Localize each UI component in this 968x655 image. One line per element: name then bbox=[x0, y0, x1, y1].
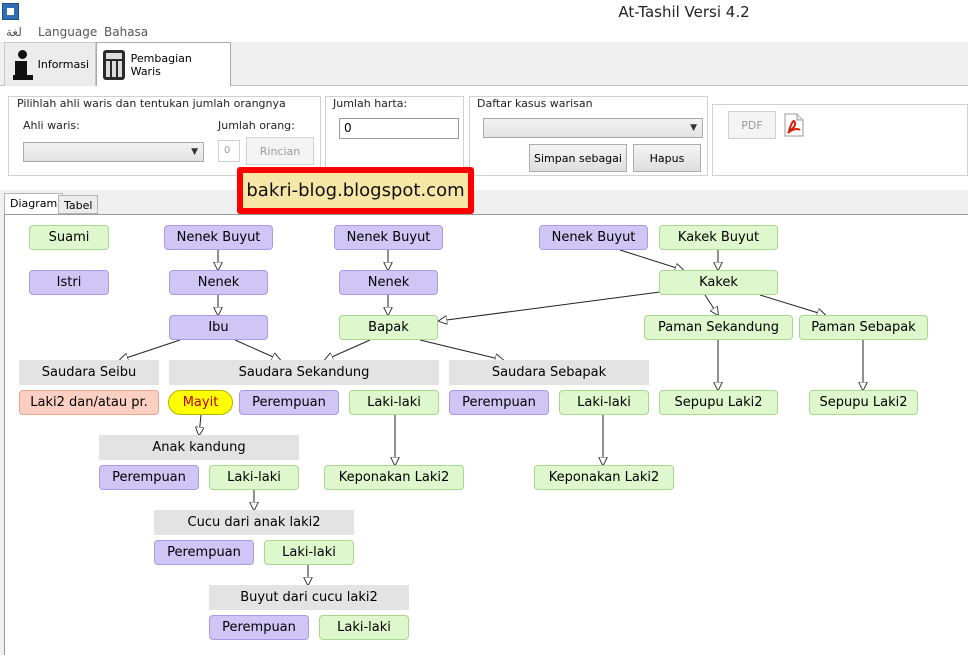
node-keponakan-1[interactable]: Keponakan Laki2 bbox=[324, 465, 464, 490]
node-paman-sebapak[interactable]: Paman Sebapak bbox=[799, 315, 928, 340]
menu-arabic[interactable]: لغة bbox=[6, 25, 22, 39]
kasus-group-label: Daftar kasus warisan bbox=[477, 97, 593, 110]
node-kakek-buyut[interactable]: Kakek Buyut bbox=[659, 225, 778, 250]
watermark-text: bakri-blog.blogspot.com bbox=[243, 173, 468, 208]
node-bapak[interactable]: Bapak bbox=[339, 315, 438, 340]
pdf-file-icon[interactable] bbox=[784, 113, 804, 137]
node-nenek-buyut-2[interactable]: Nenek Buyut bbox=[334, 225, 443, 250]
node-sepupu-2[interactable]: Sepupu Laki2 bbox=[809, 390, 918, 415]
kasus-select[interactable]: ▼ bbox=[483, 118, 703, 138]
chevron-down-icon: ▼ bbox=[690, 123, 697, 133]
toolbar: Informasi Pembagian Waris bbox=[0, 42, 968, 87]
menu-bar: لغة Language Bahasa bbox=[0, 24, 968, 42]
node-paman-sekandung[interactable]: Paman Sekandung bbox=[644, 315, 793, 340]
node-saudara-seibu: Saudara Seibu bbox=[19, 360, 159, 385]
node-keponakan-2[interactable]: Keponakan Laki2 bbox=[534, 465, 674, 490]
node-sepupu-1[interactable]: Sepupu Laki2 bbox=[659, 390, 778, 415]
node-lakilaki-anak[interactable]: Laki-laki bbox=[209, 465, 299, 490]
jumlah-harta-label: Jumlah harta: bbox=[333, 97, 408, 110]
node-perempuan-cucu[interactable]: Perempuan bbox=[154, 540, 254, 565]
node-buyut: Buyut dari cucu laki2 bbox=[209, 585, 409, 610]
tab-diagram[interactable]: Diagram bbox=[4, 193, 64, 215]
jumlah-harta-input[interactable]: 0 bbox=[339, 118, 459, 139]
node-nenek-1[interactable]: Nenek bbox=[169, 270, 268, 295]
node-anak-kandung: Anak kandung bbox=[99, 435, 299, 460]
node-saudara-sekandung: Saudara Sekandung bbox=[169, 360, 439, 385]
menu-bahasa[interactable]: Bahasa bbox=[104, 25, 148, 39]
node-lakilaki-sekandung[interactable]: Laki-laki bbox=[349, 390, 439, 415]
node-nenek-buyut-3[interactable]: Nenek Buyut bbox=[539, 225, 648, 250]
pdf-button[interactable]: PDF bbox=[728, 111, 776, 139]
watermark-banner: bakri-blog.blogspot.com bbox=[237, 167, 474, 214]
node-perempuan-buyut[interactable]: Perempuan bbox=[209, 615, 309, 640]
node-perempuan-anak[interactable]: Perempuan bbox=[99, 465, 199, 490]
node-mayit[interactable]: Mayit bbox=[168, 390, 233, 415]
menu-language[interactable]: Language bbox=[38, 25, 97, 39]
node-perempuan-sekandung[interactable]: Perempuan bbox=[239, 390, 339, 415]
simpan-sebagai-button[interactable]: Simpan sebagai bbox=[529, 144, 627, 172]
heirs-group-label: Pilihlah ahli waris dan tentukan jumlah … bbox=[17, 97, 286, 110]
tab-informasi[interactable]: Informasi bbox=[4, 42, 96, 86]
hapus-button[interactable]: Hapus bbox=[633, 144, 701, 172]
node-perempuan-sebapak[interactable]: Perempuan bbox=[449, 390, 549, 415]
ahli-waris-select[interactable]: ▼ bbox=[23, 142, 204, 162]
node-istri[interactable]: Istri bbox=[29, 270, 109, 295]
tab-pembagian-label: Pembagian Waris bbox=[130, 52, 192, 78]
node-ibu[interactable]: Ibu bbox=[169, 315, 268, 340]
info-icon bbox=[11, 49, 33, 80]
node-lakilaki-sebapak[interactable]: Laki-laki bbox=[559, 390, 649, 415]
form-panel: Pilihlah ahli waris dan tentukan jumlah … bbox=[0, 86, 968, 190]
tab-pembagian-waris[interactable]: Pembagian Waris bbox=[96, 42, 231, 87]
node-laki2-perempuan[interactable]: Laki2 dan/atau pr. bbox=[19, 390, 159, 415]
tab-informasi-label: Informasi bbox=[37, 58, 89, 71]
node-saudara-sebapak: Saudara Sebapak bbox=[449, 360, 649, 385]
chevron-down-icon: ▼ bbox=[191, 147, 198, 157]
rincian-button[interactable]: Rincian bbox=[246, 137, 314, 165]
title-bar: At-Tashil Versi 4.2 bbox=[0, 0, 968, 24]
node-suami[interactable]: Suami bbox=[29, 225, 109, 250]
node-nenek-buyut-1[interactable]: Nenek Buyut bbox=[164, 225, 273, 250]
node-kakek[interactable]: Kakek bbox=[659, 270, 778, 295]
node-cucu: Cucu dari anak laki2 bbox=[154, 510, 354, 535]
window-title: At-Tashil Versi 4.2 bbox=[618, 3, 750, 21]
jumlah-orang-stepper[interactable]: 0 bbox=[218, 140, 240, 162]
tab-tabel[interactable]: Tabel bbox=[58, 195, 99, 214]
node-nenek-2[interactable]: Nenek bbox=[339, 270, 438, 295]
ahli-waris-label: Ahli waris: bbox=[23, 119, 80, 132]
node-lakilaki-buyut[interactable]: Laki-laki bbox=[319, 615, 409, 640]
calculator-icon bbox=[103, 50, 125, 80]
node-lakilaki-cucu[interactable]: Laki-laki bbox=[264, 540, 354, 565]
jumlah-orang-label: Jumlah orang: bbox=[218, 119, 295, 132]
